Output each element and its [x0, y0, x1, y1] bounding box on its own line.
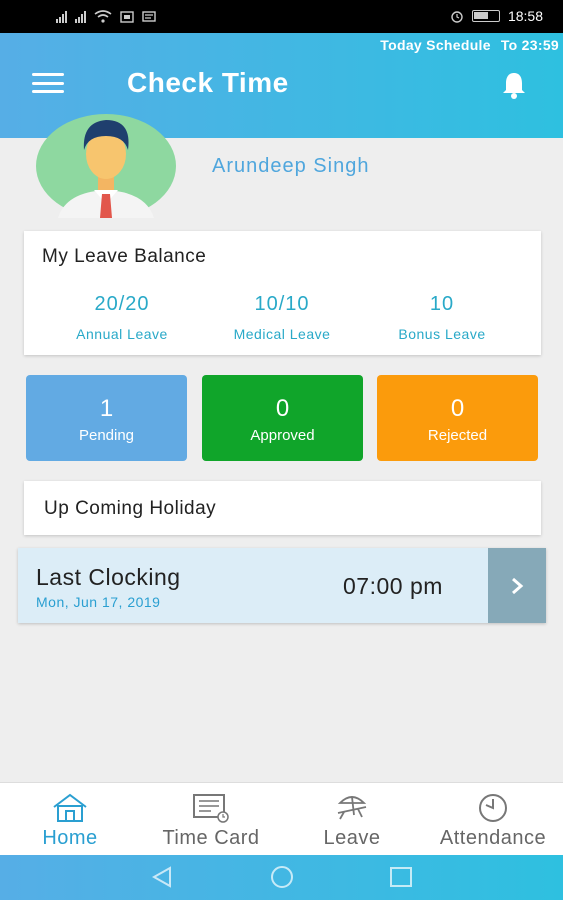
nav-attendance-label: Attendance: [439, 827, 547, 849]
wifi-icon: [94, 10, 112, 23]
status-right: 18:58: [450, 8, 543, 24]
home-icon: [53, 793, 87, 822]
bottom-nav: Home Time Card Leave Attendance: [0, 782, 563, 855]
time-card-icon: [193, 794, 229, 823]
nav-leave-label: Leave: [323, 827, 381, 849]
leave-balance-card: My Leave Balance 20/20 Annual Leave 10/1…: [24, 231, 541, 355]
user-name: Arundeep Singh: [212, 155, 370, 177]
recents-icon[interactable]: [389, 866, 413, 888]
status-bar: 18:58: [0, 0, 563, 33]
notification-icon: [120, 10, 134, 23]
annual-leave-value: 20/20: [94, 293, 150, 315]
status-time: 18:58: [507, 8, 543, 24]
back-icon[interactable]: [150, 866, 174, 888]
rejected-tile[interactable]: 0 Rejected: [377, 375, 538, 461]
chevron-right-icon[interactable]: [488, 548, 546, 623]
bonus-leave[interactable]: 10 Bonus Leave: [362, 293, 522, 342]
last-clocking-time: 07:00 pm: [343, 573, 443, 599]
approved-count: 0: [275, 395, 290, 422]
last-clocking-card[interactable]: Last Clocking Mon, Jun 17, 2019 07:00 pm: [18, 548, 546, 623]
beach-chair-icon: [337, 796, 367, 820]
nav-time-card-label: Time Card: [162, 827, 260, 849]
battery-icon: [471, 10, 500, 22]
nav-time-card[interactable]: Time Card: [141, 783, 281, 856]
schedule-time: To 23:59: [500, 37, 559, 53]
annual-leave-label: Annual Leave: [76, 326, 168, 342]
rejected-label: Rejected: [427, 427, 488, 444]
hamburger-icon[interactable]: [30, 71, 66, 95]
home-circle-icon[interactable]: [269, 866, 295, 888]
upcoming-holiday-card[interactable]: Up Coming Holiday: [24, 481, 541, 535]
rejected-count: 0: [450, 395, 465, 422]
last-clocking-date: Mon, Jun 17, 2019: [36, 594, 161, 610]
nav-attendance[interactable]: Attendance: [423, 783, 563, 856]
pending-tile[interactable]: 1 Pending: [26, 375, 187, 461]
bonus-leave-label: Bonus Leave: [398, 326, 486, 342]
leave-balance-title: My Leave Balance: [42, 246, 207, 267]
schedule-label: Today Schedule: [380, 37, 491, 53]
pending-count: 1: [99, 395, 114, 422]
pending-label: Pending: [78, 427, 135, 444]
message-icon: [142, 10, 156, 22]
approved-label: Approved: [250, 427, 315, 444]
upcoming-holiday-title: Up Coming Holiday: [44, 498, 217, 519]
last-clocking-title: Last Clocking: [36, 564, 181, 590]
nav-home-label: Home: [42, 827, 98, 849]
medical-leave-value: 10/10: [254, 293, 310, 315]
bonus-leave-value: 10: [429, 293, 455, 315]
clock-icon: [479, 794, 507, 822]
system-nav-bar: [0, 855, 563, 900]
page-title: Check Time: [127, 67, 289, 98]
alarm-icon: [451, 11, 463, 23]
medical-leave[interactable]: 10/10 Medical Leave: [202, 293, 362, 342]
nav-leave[interactable]: Leave: [282, 783, 422, 856]
avatar[interactable]: [36, 114, 176, 218]
today-schedule: Today Schedule To 23:59: [380, 37, 559, 53]
approved-tile[interactable]: 0 Approved: [202, 375, 363, 461]
signal-icon-2: [75, 10, 86, 23]
signal-icon: [56, 10, 67, 23]
bell-icon[interactable]: [498, 69, 530, 101]
annual-leave[interactable]: 20/20 Annual Leave: [42, 293, 202, 342]
signal-indicators: [56, 10, 156, 23]
medical-leave-label: Medical Leave: [233, 326, 331, 342]
nav-home[interactable]: Home: [0, 783, 140, 856]
